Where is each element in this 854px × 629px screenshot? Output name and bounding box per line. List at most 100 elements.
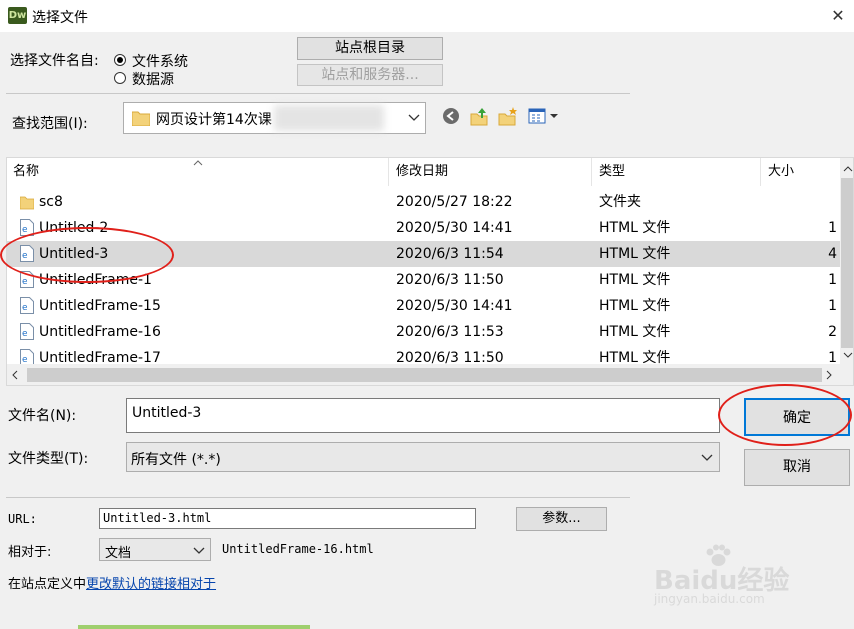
divider xyxy=(6,497,630,498)
look-in-label: 查找范围(I): xyxy=(12,116,88,132)
file-type: HTML 文件 xyxy=(599,246,671,262)
relative-target-filename: UntitledFrame-16.html xyxy=(222,542,374,556)
column-header-name[interactable]: 名称 xyxy=(7,158,389,186)
close-button[interactable]: ✕ xyxy=(826,4,850,28)
svg-text:e: e xyxy=(22,251,28,261)
file-modified-date: 2020/5/30 14:41 xyxy=(396,298,513,314)
filetype-dropdown[interactable]: 所有文件 (*.*) xyxy=(126,442,720,472)
file-modified-date: 2020/5/30 14:41 xyxy=(396,220,513,236)
url-label: URL: xyxy=(8,512,37,526)
filetype-value: 所有文件 (*.*) xyxy=(131,452,221,468)
url-input[interactable]: Untitled-3.html xyxy=(99,508,476,529)
file-size: 1 xyxy=(828,220,837,236)
file-size: 2 xyxy=(828,324,837,340)
column-header-modified[interactable]: 修改日期 xyxy=(390,158,592,186)
baidu-watermark: Baidu经验 jingyan.baidu.com xyxy=(650,544,810,612)
svg-text:e: e xyxy=(22,329,28,339)
cancel-button[interactable]: 取消 xyxy=(744,449,850,486)
new-folder-button[interactable] xyxy=(498,106,518,130)
column-header-size[interactable]: 大小 xyxy=(762,158,840,186)
file-type: HTML 文件 xyxy=(599,272,671,288)
radio-button-checked[interactable] xyxy=(114,54,126,66)
back-button[interactable] xyxy=(442,107,460,129)
radio-button-unchecked[interactable] xyxy=(114,72,126,84)
svg-text:e: e xyxy=(22,277,28,287)
scroll-down-icon[interactable] xyxy=(843,352,853,358)
file-size: 4 xyxy=(828,246,837,262)
up-folder-icon xyxy=(470,108,488,126)
file-row[interactable]: sc8 2020/5/27 18:22 文件夹 xyxy=(7,189,841,215)
look-in-dropdown[interactable]: 网页设计第14次课 xyxy=(123,102,426,134)
folder-icon xyxy=(132,111,150,126)
file-modified-date: 2020/6/3 11:53 xyxy=(396,324,504,340)
file-size xyxy=(767,189,837,215)
folder-icon xyxy=(20,196,34,210)
file-name: Untitled-2 xyxy=(39,220,109,236)
watermark-url: jingyan.baidu.com xyxy=(654,592,765,606)
url-value: Untitled-3.html xyxy=(103,511,212,525)
file-name: UntitledFrame-16 xyxy=(39,324,161,340)
footer-prefix: 在站点定义中 xyxy=(8,577,87,592)
file-row[interactable]: e UntitledFrame-16 2020/6/3 11:53 HTML 文件 2 xyxy=(7,319,841,345)
filetype-label: 文件类型(T): xyxy=(8,451,89,467)
up-folder-button[interactable] xyxy=(470,106,490,130)
file-row[interactable]: e UntitledFrame-15 2020/5/30 14:41 HTML 文件 1 xyxy=(7,293,841,319)
filename-input[interactable]: Untitled-3 xyxy=(126,398,720,433)
change-default-link[interactable]: 更改默认的链接相对于 xyxy=(86,577,216,592)
chevron-down-icon xyxy=(701,454,713,461)
parameters-button[interactable]: 参数... xyxy=(516,507,607,531)
site-root-button[interactable]: 站点根目录 xyxy=(297,37,443,60)
relative-to-dropdown[interactable]: 文档 xyxy=(99,538,211,561)
html-file-icon: e xyxy=(20,323,34,340)
back-arrow-icon xyxy=(443,108,459,124)
file-name: Untitled-3 xyxy=(39,246,109,262)
radio-data-source-label: 数据源 xyxy=(132,72,174,88)
file-list[interactable]: 名称 修改日期 类型 大小 sc8 2020/5/27 18:22 文件夹 e Unti… xyxy=(6,157,854,386)
chevron-down-icon xyxy=(193,547,205,554)
divider xyxy=(6,93,630,94)
radio-file-system[interactable]: 文件系统 xyxy=(114,50,224,70)
bottom-accent-strip xyxy=(78,625,310,629)
horizontal-scrollbar[interactable] xyxy=(7,364,853,385)
scroll-left-icon[interactable] xyxy=(12,370,18,380)
radio-data-source[interactable]: 数据源 xyxy=(114,68,224,88)
ok-button[interactable]: 确定 xyxy=(744,398,850,436)
file-type: 文件夹 xyxy=(599,194,641,210)
scroll-thumb-horizontal[interactable] xyxy=(27,368,822,382)
look-in-value: 网页设计第14次课 xyxy=(156,112,272,128)
filename-label: 文件名(N): xyxy=(8,408,77,424)
file-modified-date: 2020/5/27 18:22 xyxy=(396,194,513,210)
html-file-icon: e xyxy=(20,297,34,314)
chevron-down-icon xyxy=(408,114,420,121)
relative-to-value: 文档 xyxy=(105,546,132,561)
file-type: HTML 文件 xyxy=(599,324,671,340)
file-size: 1 xyxy=(828,298,837,314)
file-modified-date: 2020/6/3 11:54 xyxy=(396,246,504,262)
svg-text:e: e xyxy=(22,303,28,313)
scroll-up-icon[interactable] xyxy=(843,166,853,172)
dreamweaver-app-icon: Dw xyxy=(8,7,27,24)
file-type: HTML 文件 xyxy=(599,298,671,314)
html-file-icon: e xyxy=(20,219,34,236)
column-header-type[interactable]: 类型 xyxy=(593,158,761,186)
file-name: UntitledFrame-15 xyxy=(39,298,161,314)
site-and-server-button[interactable]: 站点和服务器... xyxy=(297,64,443,86)
close-icon: ✕ xyxy=(831,6,845,25)
scroll-right-icon[interactable] xyxy=(826,370,832,380)
vertical-scrollbar[interactable] xyxy=(840,158,853,364)
new-folder-icon xyxy=(498,107,517,126)
file-name: sc8 xyxy=(39,194,63,210)
svg-text:e: e xyxy=(22,225,28,235)
file-name: UntitledFrame-1 xyxy=(39,272,152,288)
relative-to-label: 相对于: xyxy=(8,545,52,560)
footer-text: 在站点定义中更改默认的链接相对于 xyxy=(8,573,216,592)
file-row[interactable]: e Untitled-3 2020/6/3 11:54 HTML 文件 4 xyxy=(7,241,841,267)
view-menu-button[interactable] xyxy=(528,106,560,130)
blurred-region xyxy=(274,105,384,131)
view-menu-icon xyxy=(528,108,558,124)
file-row[interactable]: e Untitled-2 2020/5/30 14:41 HTML 文件 1 xyxy=(7,215,841,241)
html-file-icon: e xyxy=(20,245,34,262)
html-file-icon: e xyxy=(20,271,34,288)
scroll-thumb[interactable] xyxy=(841,178,853,348)
file-row[interactable]: e UntitledFrame-1 2020/6/3 11:50 HTML 文件 1 xyxy=(7,267,841,293)
